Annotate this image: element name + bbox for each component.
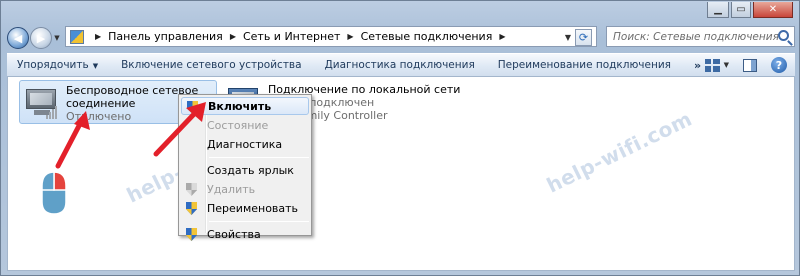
arrow-to-enable-icon (153, 102, 206, 157)
help-icon[interactable]: ? (771, 57, 787, 73)
shield-icon (186, 183, 197, 196)
menu-item-rename[interactable]: Переименовать (181, 199, 309, 218)
menu-separator (209, 157, 309, 158)
breadcrumb-separator-icon[interactable]: ▶ (347, 32, 353, 41)
shield-icon (186, 202, 197, 215)
shield-icon (186, 228, 197, 241)
history-dropdown[interactable]: ▼ (52, 31, 62, 45)
diagnose-connection-button[interactable]: Диагностика подключения (325, 59, 475, 71)
connections-list: Беспроводное сетевое соединение Отключен… (7, 77, 795, 271)
breadcrumb: ▶ Панель управления ▶ Сеть и Интернет ▶ … (88, 30, 512, 43)
breadcrumb-separator-icon[interactable]: ▶ (499, 32, 505, 41)
address-bar-controls: ▼ ⟳ (565, 29, 592, 46)
organize-button[interactable]: Упорядочить ▼ (17, 59, 98, 71)
address-row: ◀ ▶ ▼ ▶ Панель управления ▶ Сеть и Интер… (7, 25, 795, 51)
more-commands-button[interactable]: » (694, 59, 701, 72)
rename-connection-button[interactable]: Переименование подключения (498, 59, 671, 71)
forward-button[interactable]: ▶ (30, 27, 52, 49)
view-dropdown-icon[interactable]: ▼ (724, 61, 729, 69)
explorer-window: ▁ ▭ ✕ ◀ ▶ ▼ ▶ Панель управления ▶ Сеть и… (0, 0, 800, 276)
back-button[interactable]: ◀ (7, 27, 29, 49)
search-icon[interactable] (778, 30, 789, 41)
breadcrumb-network-internet[interactable]: Сеть и Интернет (243, 30, 340, 43)
address-dropdown-icon[interactable]: ▼ (565, 33, 571, 42)
minimize-button[interactable]: ▁ (707, 2, 729, 18)
search-input[interactable]: Поиск: Сетевые подключения (606, 26, 795, 47)
breadcrumb-separator-icon[interactable]: ▶ (230, 32, 236, 41)
breadcrumb-separator-icon[interactable]: ▶ (95, 32, 101, 41)
breadcrumb-network-connections[interactable]: Сетевые подключения (361, 30, 493, 43)
menu-separator (209, 221, 309, 222)
search-placeholder: Поиск: Сетевые подключения (613, 30, 779, 43)
preview-pane-icon[interactable] (743, 58, 757, 72)
address-bar[interactable]: ▶ Панель управления ▶ Сеть и Интернет ▶ … (65, 26, 597, 47)
mouse-right-click-icon (41, 171, 67, 215)
caption-buttons: ▁ ▭ ✕ (707, 2, 793, 18)
menu-item-create-shortcut[interactable]: Создать ярлык (181, 161, 309, 180)
change-view-icon[interactable] (704, 58, 720, 72)
enable-device-button[interactable]: Включение сетевого устройства (121, 59, 301, 71)
control-panel-icon (70, 29, 84, 44)
close-button[interactable]: ✕ (753, 2, 793, 18)
breadcrumb-control-panel[interactable]: Панель управления (108, 30, 223, 43)
maximize-button[interactable]: ▭ (731, 2, 751, 18)
menu-item-delete: Удалить (181, 180, 309, 199)
menu-item-properties[interactable]: Свойства (181, 225, 309, 244)
command-bar: Упорядочить ▼ Включение сетевого устройст… (7, 53, 795, 77)
refresh-button[interactable]: ⟳ (575, 29, 592, 46)
arrow-to-wireless-icon (55, 111, 90, 169)
toolbar-right: ▼ ? (704, 57, 787, 73)
